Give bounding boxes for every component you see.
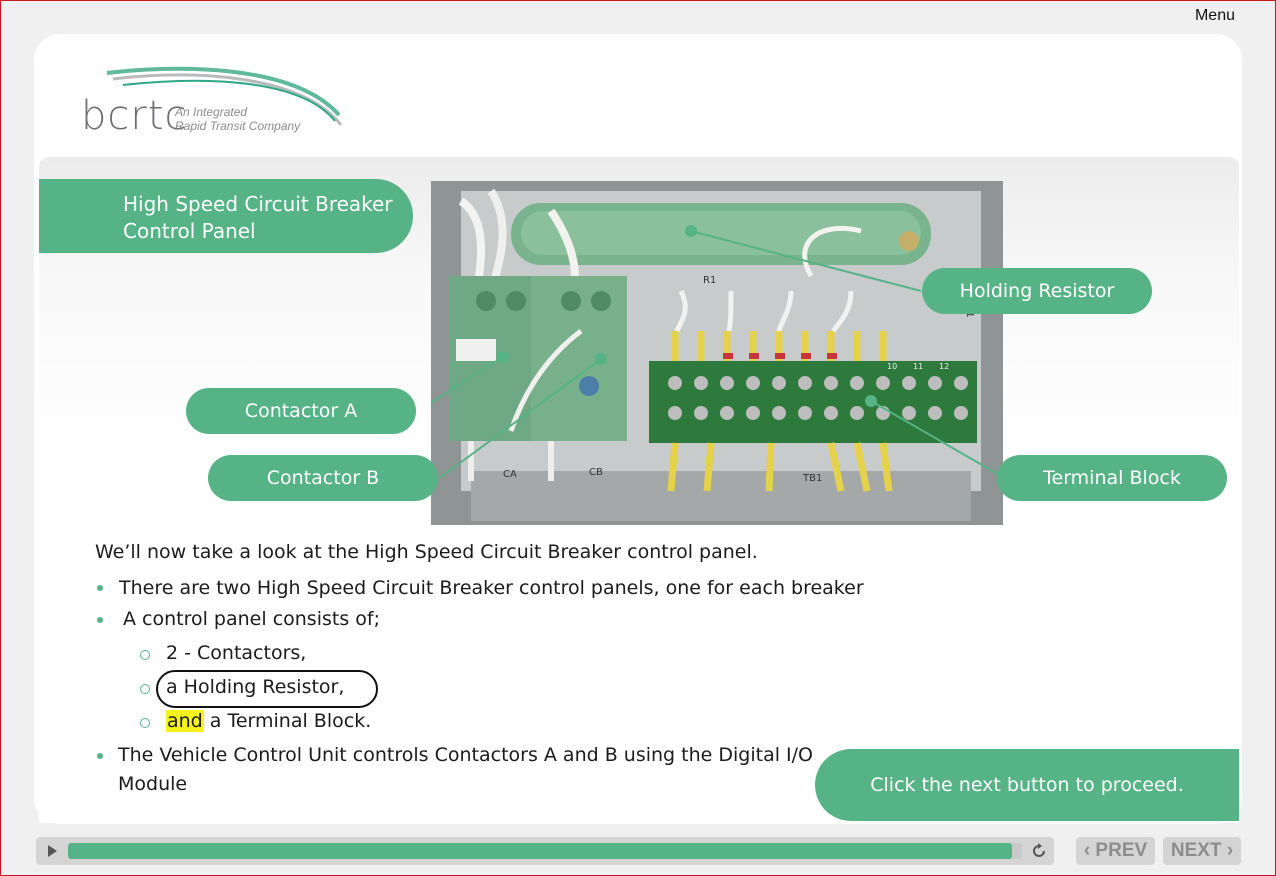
- logo-tagline: An Integrated Rapid Transit Company: [175, 105, 301, 133]
- svg-text:CB: CB: [589, 467, 603, 478]
- sub-bullet-3: and a Terminal Block.: [166, 710, 372, 732]
- svg-text:11: 11: [913, 362, 923, 371]
- callout-contactor-b: Contactor B: [208, 455, 438, 501]
- callout-terminal-block: Terminal Block: [997, 455, 1227, 501]
- svg-text:TB1: TB1: [802, 473, 822, 484]
- replay-icon[interactable]: [1030, 842, 1048, 860]
- next-button[interactable]: NEXT ›: [1163, 837, 1241, 865]
- ink-annotation-circle: [156, 670, 378, 708]
- svg-text:CA: CA: [503, 469, 517, 480]
- sub-bullet-circle: [140, 650, 150, 660]
- svg-text:10: 10: [887, 362, 897, 371]
- player-bar: [36, 837, 1054, 865]
- bullet-1: There are two High Speed Circuit Breaker…: [119, 577, 864, 599]
- next-prompt: Click the next button to proceed.: [815, 749, 1239, 821]
- bullet-dot: [97, 753, 103, 759]
- sub-bullet-1: 2 - Contactors,: [166, 642, 307, 664]
- progress-track[interactable]: [68, 843, 1022, 859]
- bullet-dot: [97, 617, 103, 623]
- play-icon[interactable]: [48, 845, 57, 857]
- svg-text:R1: R1: [703, 275, 716, 286]
- bullet-3-line-2: Module: [118, 773, 188, 795]
- sub-bullet-circle: [140, 718, 150, 728]
- highlighted-word: and: [166, 710, 204, 732]
- sub-bullet-circle: [140, 684, 150, 694]
- bullet-3-line-1: The Vehicle Control Unit controls Contac…: [118, 744, 813, 766]
- callout-holding-resistor: Holding Resistor: [922, 268, 1152, 314]
- svg-text:12: 12: [939, 362, 949, 371]
- callout-contactor-a: Contactor A: [186, 388, 416, 434]
- bullet-2: A control panel consists of;: [123, 608, 380, 630]
- bcrtc-logo: bcrtc An Integrated Rapid Transit Compan…: [81, 63, 343, 143]
- logo-wordmark: bcrtc: [81, 93, 188, 139]
- chevron-left-icon: ‹: [1083, 840, 1091, 861]
- slide-title: High Speed Circuit Breaker Control Panel: [39, 179, 413, 253]
- progress-fill: [68, 843, 1013, 859]
- prev-button[interactable]: ‹ PREV: [1076, 837, 1155, 865]
- intro-text: We’ll now take a look at the High Speed …: [95, 541, 758, 563]
- chevron-right-icon: ›: [1226, 840, 1234, 861]
- control-panel-photo: R1 CA CB TB1 81 10 11 12: [431, 181, 1003, 525]
- bullet-dot: [97, 585, 103, 591]
- menu-button[interactable]: Menu: [1195, 7, 1235, 25]
